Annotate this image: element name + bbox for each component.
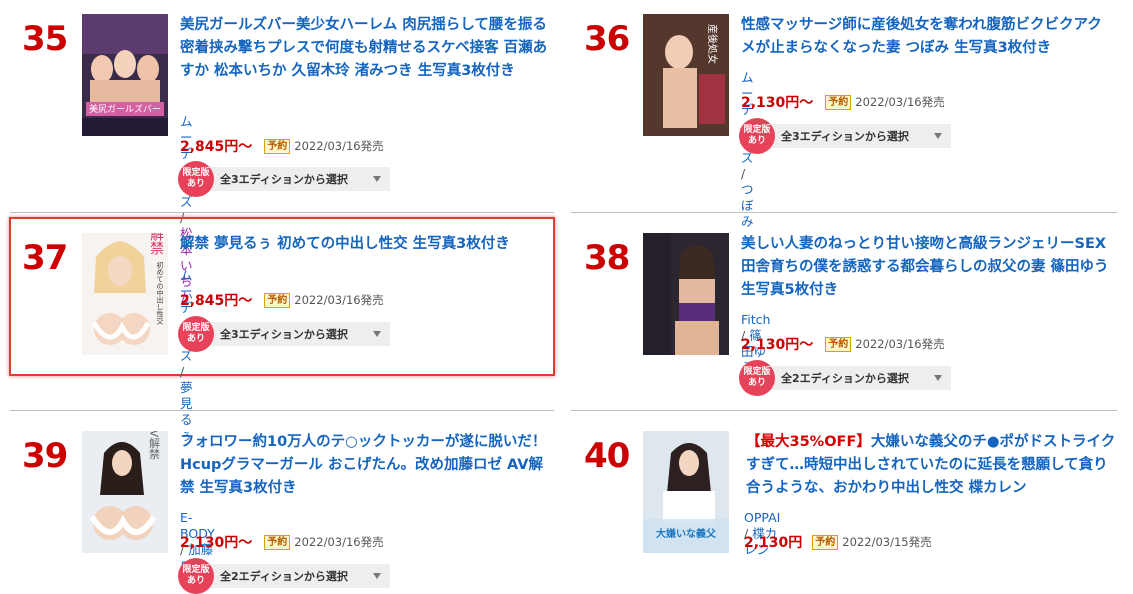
product-title-link[interactable]: 【最大35%OFF】大嫌いな義父のチ●ポがドストライクすぎて…時短中出しされてい… xyxy=(746,431,1116,500)
product-thumbnail[interactable]: 解禁 初めての中出し性交 xyxy=(82,233,168,355)
release-date: 2022/03/16発売 xyxy=(294,535,384,549)
reservation-badge: 予約 xyxy=(825,336,852,352)
limited-edition-badge: 限定版 あり xyxy=(178,161,214,197)
cover-image: 産後処女 xyxy=(643,14,729,136)
row-divider xyxy=(10,410,554,411)
svg-text:産後処女: 産後処女 xyxy=(706,24,719,64)
price: 2,130円〜 xyxy=(180,535,253,551)
reservation-badge: 予約 xyxy=(264,138,291,154)
release-date: 2022/03/15発売 xyxy=(842,535,932,549)
row-divider xyxy=(571,410,1117,411)
svg-text:解禁: 解禁 xyxy=(148,233,164,255)
svg-text:大嫌いな義父: 大嫌いな義父 xyxy=(656,527,717,540)
maker-link[interactable]: Fitch xyxy=(741,312,770,327)
limited-edition-badge: 限定版 あり xyxy=(178,316,214,352)
edition-select-dropdown[interactable]: 全3エディションから選択 xyxy=(210,322,390,346)
limited-edition-badge: 限定版 あり xyxy=(739,118,775,154)
rank-number: 40 xyxy=(584,436,630,476)
rank-number: 36 xyxy=(584,19,630,59)
discount-promo-label: 【最大35%OFF】 xyxy=(746,434,871,450)
price: 2,130円〜 xyxy=(741,337,814,353)
product-title-link[interactable]: フォロワー約10万人のテ○ックトッカーが遂に脱いだ！ Hcupグラマーガール お… xyxy=(180,431,556,500)
reservation-badge: 予約 xyxy=(264,292,291,308)
edition-select-dropdown[interactable]: 全3エディションから選択 xyxy=(210,167,390,191)
price: 2,130円 xyxy=(744,535,803,551)
rank-number: 38 xyxy=(584,238,630,278)
product-thumbnail[interactable]: 産後処女 xyxy=(643,14,729,136)
chevron-down-icon xyxy=(373,573,381,579)
price: 2,845円〜 xyxy=(180,139,253,155)
chevron-down-icon xyxy=(934,375,942,381)
maker-link[interactable]: OPPAI xyxy=(744,510,780,525)
price: 2,845円〜 xyxy=(180,293,253,309)
chevron-down-icon xyxy=(373,331,381,337)
reservation-badge: 予約 xyxy=(812,534,839,550)
rank-number: 39 xyxy=(22,436,68,476)
rank-number: 37 xyxy=(22,238,68,278)
release-date: 2022/03/16発売 xyxy=(294,139,384,153)
actress-link[interactable]: つぼみ xyxy=(741,182,754,229)
release-date: 2022/03/16発売 xyxy=(855,95,945,109)
edition-select-dropdown[interactable]: 全2エディションから選択 xyxy=(771,366,951,390)
product-title-link[interactable]: 美しい人妻のねっとり甘い接吻と高級ランジェリーSEX 田舎育ちの僕を誘惑する都会… xyxy=(741,233,1115,302)
release-date: 2022/03/16発売 xyxy=(855,337,945,351)
release-date: 2022/03/16発売 xyxy=(294,293,384,307)
price: 2,130円〜 xyxy=(741,95,814,111)
edition-select-dropdown[interactable]: 全2エディションから選択 xyxy=(210,564,390,588)
limited-edition-badge: 限定版 あり xyxy=(739,360,775,396)
row-divider xyxy=(10,212,554,213)
svg-text:美尻ガールズバー: 美尻ガールズバー xyxy=(89,103,161,115)
product-title-link[interactable]: 解禁 夢見るぅ 初めての中出し性交 生写真3枚付き xyxy=(180,233,550,256)
rank-number: 35 xyxy=(22,19,68,59)
chevron-down-icon xyxy=(934,133,942,139)
edition-select-dropdown[interactable]: 全3エディションから選択 xyxy=(771,124,951,148)
reservation-badge: 予約 xyxy=(264,534,291,550)
svg-text:AV解禁: AV解禁 xyxy=(148,431,161,459)
product-title-link[interactable]: 性感マッサージ師に産後処女を奪われ腹筋ビクビクアクメが止まらなくなった妻 つぼみ… xyxy=(741,14,1115,60)
cover-image: 解禁 初めての中出し性交 xyxy=(82,233,168,355)
row-divider xyxy=(571,212,1117,213)
product-thumbnail[interactable] xyxy=(643,233,729,355)
product-thumbnail[interactable]: AV解禁 xyxy=(82,431,168,553)
product-thumbnail[interactable]: 美尻ガールズバー xyxy=(82,14,168,136)
separator: / xyxy=(180,364,185,379)
cover-image: 美尻ガールズバー xyxy=(82,14,168,136)
cover-image: 大嫌いな義父 xyxy=(643,431,729,553)
cover-image xyxy=(643,233,729,355)
limited-edition-badge: 限定版 あり xyxy=(178,558,214,594)
separator: / xyxy=(741,166,746,181)
product-title-link[interactable]: 美尻ガールズバー美少女ハーレム 肉尻揺らして腰を振る密着挟み撃ちプレスで何度も射… xyxy=(180,14,550,83)
cover-image: AV解禁 xyxy=(82,431,168,553)
product-thumbnail[interactable]: 大嫌いな義父 xyxy=(643,431,729,553)
reservation-badge: 予約 xyxy=(825,94,852,110)
chevron-down-icon xyxy=(373,176,381,182)
svg-text:初めての中出し性交: 初めての中出し性交 xyxy=(156,261,164,326)
